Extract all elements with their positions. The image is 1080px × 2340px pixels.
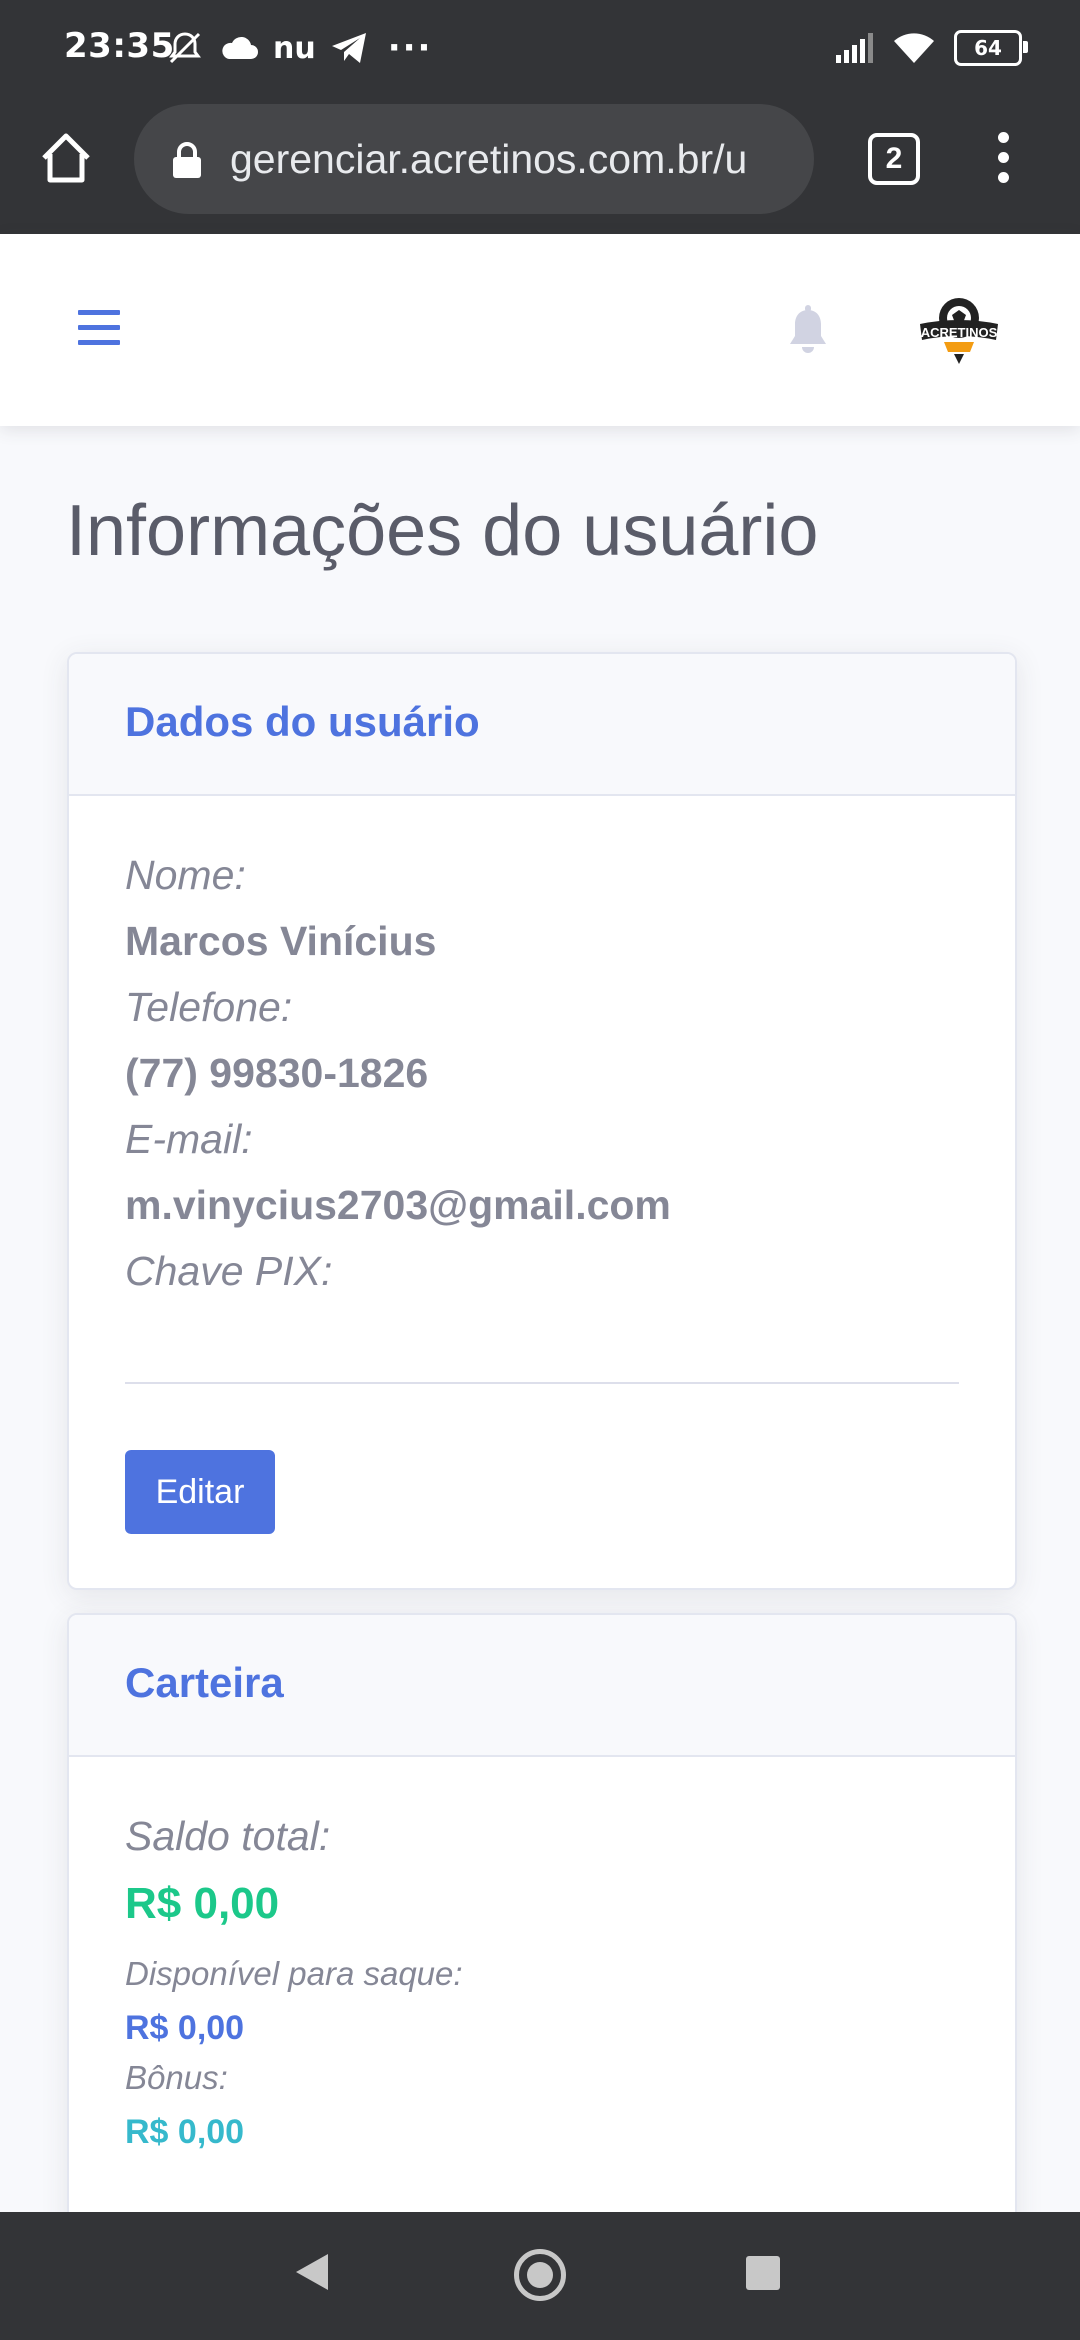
telegram-icon: [331, 33, 366, 63]
user-card-body: Nome: Marcos Vinícius Telefone: (77) 998…: [69, 796, 1015, 1588]
home-circle-icon[interactable]: [514, 2249, 566, 2301]
available-value: R$ 0,00: [125, 2009, 245, 2047]
user-data-card: Dados do usuário Nome: Marcos Vinícius T…: [67, 652, 1017, 1590]
recent-apps-icon[interactable]: [746, 2256, 780, 2290]
system-icons: 64: [834, 28, 1028, 68]
back-icon[interactable]: [296, 2254, 328, 2290]
pix-divider: [125, 1382, 959, 1384]
user-card-title: Dados do usuário: [125, 698, 480, 745]
browser-toolbar: gerenciar.acretinos.com.br/u 2: [0, 96, 1080, 234]
logo-text: ACRETINOS: [921, 325, 998, 340]
total-balance-label: Saldo total:: [125, 1813, 331, 1859]
more-notifications-icon: ···: [387, 28, 433, 68]
url-text[interactable]: gerenciar.acretinos.com.br/u: [230, 136, 800, 182]
total-balance-value: R$ 0,00: [125, 1879, 280, 1928]
status-bar: 23:35 nu ··· 64: [0, 0, 1080, 96]
tab-switcher-button[interactable]: 2: [868, 133, 920, 185]
phone-value: (77) 99830-1826: [125, 1050, 429, 1096]
name-label: Nome:: [125, 852, 246, 898]
battery-level: 64: [974, 36, 1002, 60]
cloud-icon: [222, 36, 258, 59]
browser-menu-icon[interactable]: [992, 132, 1014, 192]
app-topbar: ACRETINOS: [0, 234, 1080, 426]
system-navigation-bar: [0, 2212, 1080, 2340]
signal-icon: [836, 33, 873, 63]
silent-bell-icon: [169, 32, 201, 64]
available-label: Disponível para saque:: [125, 1955, 463, 1992]
sidebar-toggle-icon[interactable]: [78, 310, 120, 346]
nubank-icon: nu: [273, 30, 316, 66]
notifications-bell-icon[interactable]: [786, 304, 830, 356]
edit-button[interactable]: Editar: [125, 1450, 275, 1534]
phone-label: Telefone:: [125, 984, 293, 1030]
user-card-header: Dados do usuário: [69, 654, 1015, 796]
wifi-icon: [894, 33, 934, 63]
wallet-card-body: Saldo total: R$ 0,00 Disponível para saq…: [69, 1757, 1015, 2255]
address-bar[interactable]: gerenciar.acretinos.com.br/u: [134, 104, 814, 214]
lock-icon: [173, 142, 201, 178]
bonus-value: R$ 0,00: [125, 2113, 245, 2151]
email-value: m.vinycius2703@gmail.com: [125, 1182, 671, 1228]
notification-icons: nu ···: [165, 28, 432, 68]
battery-icon: 64: [954, 30, 1028, 66]
pix-label: Chave PIX:: [125, 1248, 333, 1294]
status-time: 23:35: [64, 26, 175, 66]
wallet-card-header: Carteira: [69, 1615, 1015, 1757]
wallet-card-title: Carteira: [125, 1659, 284, 1706]
home-icon[interactable]: [36, 128, 96, 188]
page-title: Informações do usuário: [66, 491, 819, 571]
name-value: Marcos Vinícius: [125, 918, 437, 964]
wallet-card: Carteira Saldo total: R$ 0,00 Disponível…: [67, 1613, 1017, 2257]
acretinos-logo[interactable]: ACRETINOS: [914, 290, 1004, 370]
bonus-label: Bônus:: [125, 2059, 228, 2096]
email-label: E-mail:: [125, 1116, 253, 1162]
